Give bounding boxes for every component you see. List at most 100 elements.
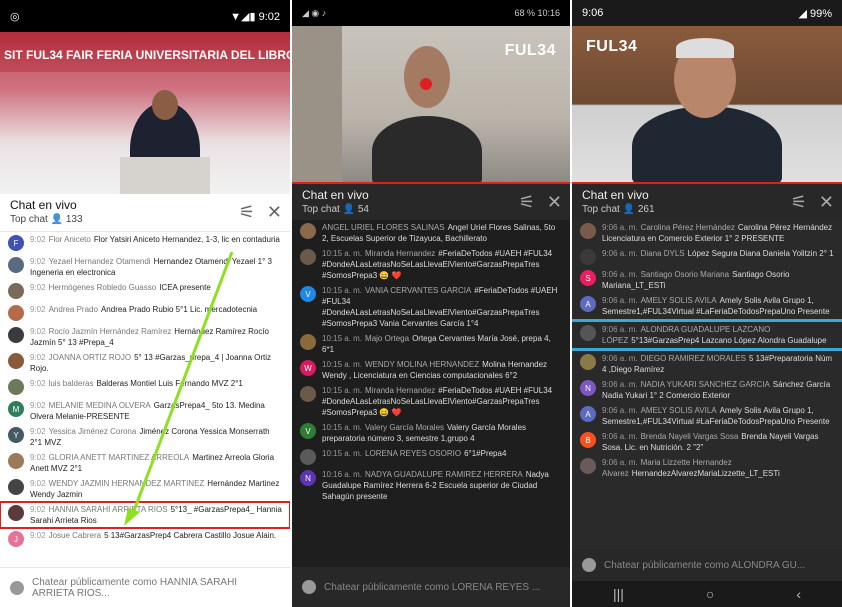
message-author[interactable]: AMELY SOLIS AVILA	[641, 406, 717, 415]
avatar[interactable]	[300, 449, 316, 465]
message-author[interactable]: VANIA CERVANTES GARCIA	[365, 286, 471, 295]
message-author[interactable]: Carolina Pérez Hernández	[641, 223, 735, 232]
message-time: 10:15 a. m.	[322, 334, 363, 343]
recent-apps-icon[interactable]: |||	[613, 586, 624, 602]
chat-message[interactable]: 10:15 a. m. Miranda Hernandez #FeriaDeTodo…	[292, 383, 570, 420]
wifi-icon: ◢	[798, 7, 810, 20]
avatar[interactable]: A	[580, 296, 596, 312]
message-body: 9:06 a. m. AMELY SOLIS AVILA Amely Solis A…	[602, 405, 834, 427]
avatar[interactable]: B	[580, 432, 596, 448]
chat-message[interactable]: A 9:06 a. m. AMELY SOLIS AVILA Amely Solis …	[572, 403, 842, 429]
message-author[interactable]: Miranda Hernandez	[365, 249, 435, 258]
message-body: 10:15 a. m. WENDY MOLINA HERNANDEZ Molina …	[322, 359, 562, 381]
android-nav-bar: ||| ○ ‹	[572, 581, 842, 607]
chat-message[interactable]: 10:15 a. m. Majo Ortega Ortega Cervantes M…	[292, 331, 570, 357]
message-body: 10:15 a. m. Valery García Morales Valery G…	[322, 422, 562, 444]
chat-message[interactable]: 9:06 a. m. DIEGO RAMIREZ MORALES 5 13#Prep…	[572, 351, 842, 377]
viewers-icon: 👤	[342, 204, 356, 215]
avatar[interactable]: V	[300, 423, 316, 439]
chat-message[interactable]: B 9:06 a. m. Brenda Nayeli Vargas Sosa Bren…	[572, 429, 842, 455]
speaker-figure	[372, 116, 482, 182]
chat-message[interactable]: 9:06 a. m. Maria Lizzette Hernandez Alvar…	[572, 455, 842, 481]
chat-message[interactable]: 10:15 a. m. Miranda Hernandez #FeriaDeTodo…	[292, 246, 570, 283]
video-player[interactable]: FUL34	[572, 26, 842, 182]
message-author[interactable]: Santiago Osorio Mariana	[641, 270, 730, 279]
message-body: 9:06 a. m. ALONDRA GUADALUPE LAZCANO LÓPE…	[602, 324, 834, 346]
chat-message[interactable]: ANGEL URIEL FLORES SALINAS Angel Uriel Fl…	[292, 220, 570, 246]
message-author[interactable]: NADYA GUADALUPE RAMIREZ HERRERA	[365, 470, 523, 479]
avatar[interactable]	[300, 334, 316, 350]
chat-input[interactable]: Chatear públicamente como ALONDRA GU...	[604, 560, 805, 571]
chat-message[interactable]: 9:06 a. m. Carolina Pérez Hernández Caroli…	[572, 220, 842, 246]
message-text: 6°1#Prepa4	[464, 449, 507, 458]
message-time: 10:15 a. m.	[322, 249, 363, 258]
message-author[interactable]: Miranda Hernandez	[365, 386, 435, 395]
chat-message[interactable]: V 10:15 a. m. VANIA CERVANTES GARCIA #Feria…	[292, 283, 570, 331]
avatar[interactable]	[300, 386, 316, 402]
message-time: 9:06 a. m.	[602, 432, 638, 441]
avatar[interactable]	[580, 354, 596, 370]
message-author[interactable]: LORENA REYES OSORIO	[365, 449, 461, 458]
message-author[interactable]: Brenda Nayeli Vargas Sosa	[641, 432, 739, 441]
close-icon[interactable]: ✕	[819, 192, 834, 213]
emoji-icon[interactable]	[582, 558, 596, 572]
avatar[interactable]: N	[580, 380, 596, 396]
chat-message[interactable]: S 9:06 a. m. Santiago Osorio Mariana Santia…	[572, 267, 842, 293]
chat-message[interactable]: N 10:16 a. m. NADYA GUADALUPE RAMIREZ HERR…	[292, 467, 570, 504]
message-time: 9:06 a. m.	[602, 325, 638, 334]
chat-input[interactable]: Chatear públicamente como LORENA REYES .…	[324, 582, 540, 593]
highlighted-chat-message[interactable]: 9:06 a. m. ALONDRA GUADALUPE LAZCANO LÓPE…	[572, 319, 842, 351]
chat-input-bar[interactable]: Chatear públicamente como ALONDRA GU...	[572, 549, 842, 581]
avatar[interactable]	[580, 325, 596, 341]
chat-mode-label[interactable]: Top chat	[582, 204, 620, 215]
chat-message[interactable]: V 10:15 a. m. Valery García Morales Valery …	[292, 420, 570, 446]
message-time: 10:16 a. m.	[322, 470, 363, 479]
message-author[interactable]: AMELY SOLIS AVILA	[641, 296, 717, 305]
avatar[interactable]: S	[580, 270, 596, 286]
chat-message[interactable]: 9:06 a. m. Diana DYLS López Segura Diana D…	[572, 246, 842, 267]
arrow-annotation	[124, 251, 234, 526]
chat-message-list[interactable]: ANGEL URIEL FLORES SALINAS Angel Uriel Fl…	[292, 220, 570, 567]
message-time: 10:15 a. m.	[322, 423, 363, 432]
message-body: ANGEL URIEL FLORES SALINAS Angel Uriel Fl…	[322, 222, 562, 244]
chat-mode-label[interactable]: Top chat	[302, 204, 340, 215]
avatar[interactable]: N	[300, 470, 316, 486]
filter-icon[interactable]: ⚟	[791, 192, 807, 213]
message-author[interactable]: DIEGO RAMIREZ MORALES	[641, 354, 746, 363]
message-author[interactable]: WENDY MOLINA HERNANDEZ	[365, 360, 479, 369]
chat-message[interactable]: 10:15 a. m. LORENA REYES OSORIO 6°1#Prepa4	[292, 446, 570, 467]
avatar[interactable]: V	[300, 286, 316, 302]
close-icon[interactable]: ✕	[547, 192, 562, 213]
avatar[interactable]	[300, 249, 316, 265]
viewer-count: 261	[637, 204, 655, 215]
chat-message[interactable]: A 9:06 a. m. AMELY SOLIS AVILA Amely Solis …	[572, 293, 842, 319]
home-icon[interactable]: ○	[706, 586, 714, 602]
avatar[interactable]: W	[300, 360, 316, 376]
message-author[interactable]: Diana DYLS	[641, 249, 685, 258]
message-time: 9:06 a. m.	[602, 223, 638, 232]
message-author[interactable]: ANGEL URIEL FLORES SALINAS	[322, 223, 445, 232]
back-icon[interactable]: ‹	[796, 586, 801, 602]
message-author[interactable]: Valery García Morales	[365, 423, 444, 432]
chat-message[interactable]: N 9:06 a. m. NADIA YUKARI SANCHEZ GARCIA Sá…	[572, 377, 842, 403]
video-player[interactable]: FUL34	[292, 26, 570, 182]
chat-input-bar[interactable]: Chatear públicamente como LORENA REYES .…	[292, 567, 570, 607]
avatar[interactable]	[300, 223, 316, 239]
emoji-icon[interactable]	[302, 580, 316, 594]
chat-message[interactable]: W 10:15 a. m. WENDY MOLINA HERNANDEZ Molina…	[292, 357, 570, 383]
avatar[interactable]	[580, 223, 596, 239]
ful-logo: FUL34	[586, 38, 638, 55]
message-time: 9:06 a. m.	[602, 354, 638, 363]
filter-icon[interactable]: ⚟	[519, 192, 535, 213]
message-author[interactable]: Majo Ortega	[365, 334, 409, 343]
message-body: 10:15 a. m. VANIA CERVANTES GARCIA #FeriaD…	[322, 285, 562, 329]
avatar[interactable]	[580, 249, 596, 265]
message-time: 9:06 a. m.	[602, 458, 638, 467]
message-body: 10:15 a. m. Majo Ortega Ortega Cervantes M…	[322, 333, 562, 355]
chat-message-list[interactable]: 9:06 a. m. Carolina Pérez Hernández Caroli…	[572, 220, 842, 553]
message-author[interactable]: NADIA YUKARI SANCHEZ GARCIA	[641, 380, 770, 389]
viewer-count: 54	[357, 204, 369, 215]
avatar[interactable]: A	[580, 406, 596, 422]
avatar[interactable]	[580, 458, 596, 474]
message-time: 10:15 a. m.	[322, 386, 363, 395]
